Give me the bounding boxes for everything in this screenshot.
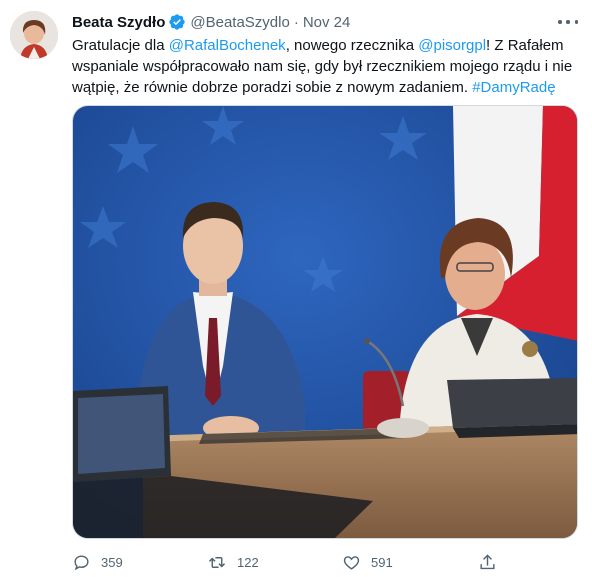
share-icon — [478, 553, 497, 572]
mention-rafal-bochenek[interactable]: @RafalBochenek — [169, 37, 286, 54]
like-button[interactable]: 591 — [342, 551, 393, 573]
mention-pisorgpl[interactable]: @pisorgpl — [418, 37, 486, 54]
heart-icon — [342, 553, 361, 572]
reply-icon — [72, 553, 91, 572]
more-options-icon[interactable] — [558, 14, 578, 30]
share-button[interactable] — [478, 551, 497, 573]
hashtag-damyrade[interactable]: #DamyRadę — [472, 79, 555, 96]
separator-dot: · — [293, 13, 299, 31]
tweet-text-line-1: Gratulacje dla @RafalBochenek, nowego rz… — [72, 37, 564, 54]
reply-button[interactable]: 359 — [72, 551, 123, 573]
tweet-actions: 359 122 591 — [72, 551, 512, 573]
tweet-text: Gratulacje dla @RafalBochenek, nowego rz… — [72, 35, 572, 98]
display-name[interactable]: Beata Szydło — [72, 14, 165, 31]
like-count: 591 — [371, 554, 393, 570]
tweet-photo[interactable] — [72, 105, 578, 539]
retweet-count: 122 — [237, 554, 259, 570]
tweet-header: Beata Szydło @BeataSzydlo · Nov 24 — [72, 11, 350, 33]
avatar[interactable] — [10, 11, 58, 59]
retweet-icon — [207, 553, 227, 572]
retweet-button[interactable]: 122 — [207, 551, 259, 573]
reply-count: 359 — [101, 554, 123, 570]
user-handle[interactable]: @BeataSzydlo — [190, 14, 289, 31]
tweet-time[interactable]: Nov 24 — [303, 14, 351, 31]
verified-badge-icon — [168, 13, 186, 31]
tweet-text-line-2: wspaniale współpracowało nam się, gdy by… — [72, 58, 573, 75]
tweet[interactable]: Beata Szydło @BeataSzydlo · Nov 24 Gratu… — [0, 0, 592, 577]
tweet-text-line-3: wątpię, że równie dobrze poradzi sobie z… — [72, 79, 556, 96]
